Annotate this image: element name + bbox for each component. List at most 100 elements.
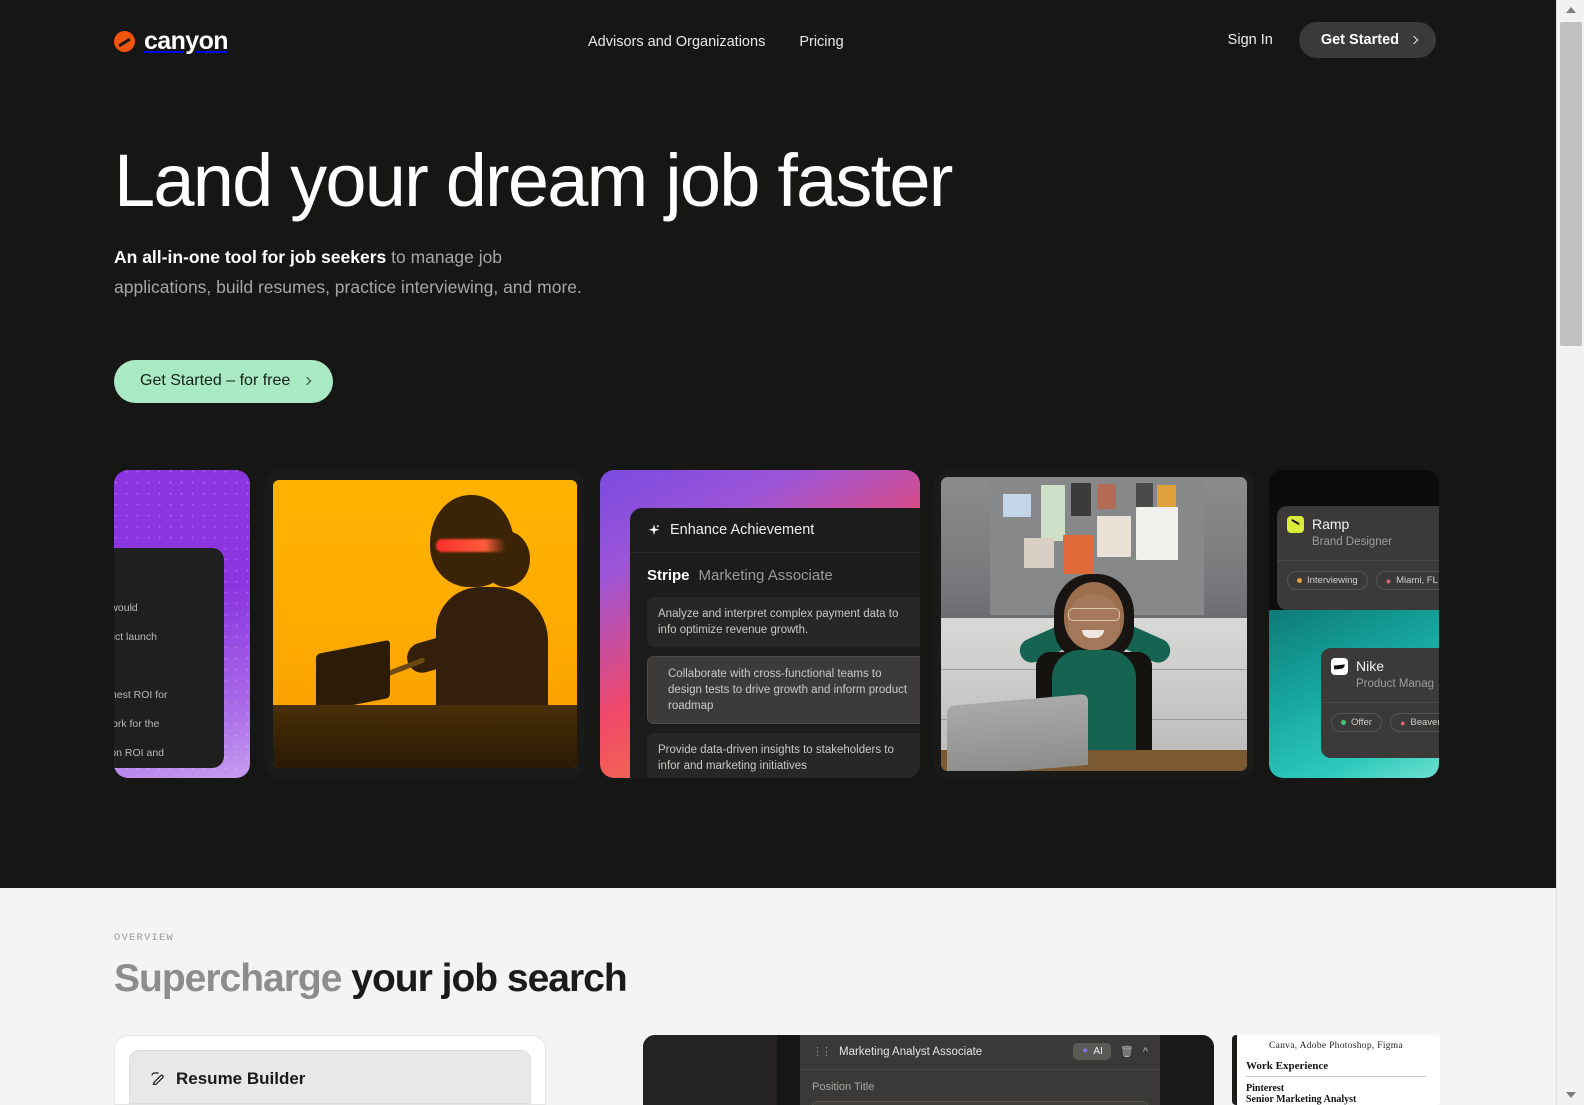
ramp-logo-icon <box>1287 516 1304 533</box>
section-title: Supercharge your job search <box>114 954 628 1004</box>
position-title-label: Position Title <box>812 1081 875 1093</box>
panel-app-editor[interactable]: ⋮⋮ Marketing Analyst Associate ✦ AI 🗑 ^ … <box>643 1035 1214 1105</box>
nav-actions: Sign In Get Started <box>1228 22 1436 58</box>
card-enhance-achievement[interactable]: Enhance Achievement Stripe Marketing Ass… <box>600 470 920 778</box>
interview-role-title: Manager <box>114 566 210 581</box>
moodboard-note <box>1097 515 1132 558</box>
chevron-right-icon <box>1409 35 1419 45</box>
laptop <box>947 694 1088 771</box>
moodboard-note <box>1062 535 1093 574</box>
hero-subtitle: An all-in-one tool for job seekers to ma… <box>114 243 589 302</box>
ai-assist-button[interactable]: ✦ AI <box>1073 1043 1111 1060</box>
browser-viewport: canyon Advisors and Organizations Pricin… <box>0 0 1584 1105</box>
resume-section-heading: Work Experience <box>1246 1060 1329 1072</box>
scroll-down-arrow[interactable] <box>1557 1085 1584 1105</box>
job-role: Product Manag <box>1356 678 1434 690</box>
editor-right-rail <box>1160 1035 1214 1105</box>
achievement-bullet[interactable]: Analyze and interpret complex payment da… <box>647 597 920 647</box>
job-role: Brand Designer <box>1312 536 1392 548</box>
nike-logo-icon <box>1331 658 1348 675</box>
position-title-input[interactable] <box>812 1101 1148 1105</box>
hero-cta-label: Get Started – for free <box>140 372 291 389</box>
status-badge: Interviewing <box>1287 571 1368 590</box>
card-photo-orange[interactable] <box>265 470 585 778</box>
job-card-header: Ramp Brand Designer <box>1277 506 1439 550</box>
job-tag-row: Interviewing ● Miami, FL <box>1277 560 1439 590</box>
job-company-name: Nike <box>1356 658 1385 674</box>
moodboard-note <box>1097 483 1117 509</box>
status-dot-icon <box>1297 578 1302 583</box>
status-label: Interviewing <box>1307 575 1358 586</box>
chevron-right-icon <box>303 376 312 386</box>
top-navigation-bar: canyon Advisors and Organizations Pricin… <box>0 0 1556 82</box>
resume-skills-line: Canva, Adobe Photoshop, Figma <box>1268 1041 1404 1051</box>
card-photo-desk[interactable] <box>934 470 1254 778</box>
map-pin-icon: ● <box>1385 575 1392 586</box>
overview-feature-panels: Resume Builder ⋮⋮ Marketing Analyst Asso… <box>0 1035 1556 1105</box>
section-eyebrow: OVERVIEW <box>114 932 175 944</box>
job-card-header: Nike Product Manag <box>1321 648 1439 692</box>
chevron-up-icon[interactable]: ^ <box>1143 1046 1148 1058</box>
orange-silhouette-photo <box>273 480 577 768</box>
editor-sidebar[interactable] <box>643 1035 777 1105</box>
scrollbar-thumb[interactable] <box>1560 22 1582 346</box>
job-card-ramp[interactable]: Ramp Brand Designer Interviewing ● Miami… <box>1277 506 1439 610</box>
interview-line-6: ention a focus on ROI and <box>114 747 164 759</box>
location-badge: ● Miami, FL <box>1375 571 1439 590</box>
hero-card-strip: Manager ough how you would for a new pro… <box>0 470 1556 778</box>
hero-title: Land your dream job faster <box>114 139 953 222</box>
tablet-device <box>315 639 390 712</box>
delete-icon[interactable]: 🗑 <box>1120 1045 1134 1058</box>
moodboard-note <box>1071 482 1091 516</box>
interview-line-4: at have the highest ROI for <box>114 689 168 701</box>
status-label: Offer <box>1351 717 1372 728</box>
achievement-panel: Enhance Achievement Stripe Marketing Ass… <box>630 508 920 778</box>
page-content: canyon Advisors and Organizations Pricin… <box>0 0 1556 1105</box>
sign-in-link[interactable]: Sign In <box>1228 32 1273 48</box>
editor-section-header: ⋮⋮ Marketing Analyst Associate ✦ AI 🗑 ^ <box>800 1035 1160 1070</box>
achievement-bullet[interactable]: Provide data-driven insights to stakehol… <box>647 733 920 778</box>
eyeglasses <box>1068 608 1120 622</box>
location-label: Miami, FL <box>1396 575 1438 586</box>
interview-line-3: iar? <box>114 658 210 674</box>
nav-links: Advisors and Organizations Pricing <box>586 30 846 54</box>
achievement-bullet-list: Analyze and interpret complex payment da… <box>630 594 920 778</box>
section-title-muted: Supercharge <box>114 957 342 1000</box>
panel-resume-preview[interactable]: Canva, Adobe Photoshop, Figma Work Exper… <box>1232 1035 1440 1105</box>
map-pin-icon: ● <box>1399 717 1406 728</box>
card-top-strip <box>1269 470 1439 506</box>
desk-surface <box>273 704 577 768</box>
resume-builder-label: Resume Builder <box>176 1069 306 1088</box>
red-light-streak <box>435 538 506 552</box>
nav-link-advisors[interactable]: Advisors and Organizations <box>586 30 767 54</box>
hero-subtitle-bold: An all-in-one tool for job seekers <box>114 247 387 267</box>
hero-cta-button[interactable]: Get Started – for free <box>114 360 334 403</box>
achievement-job-row: Stripe Marketing Associate <box>630 553 920 594</box>
editor-gutter <box>777 1035 800 1105</box>
section-title-rest: your job search <box>341 957 627 1000</box>
panel-resume-builder[interactable]: Resume Builder <box>114 1035 546 1105</box>
drag-handle-icon[interactable]: ⋮⋮ <box>812 1045 832 1058</box>
editor-section-title: Marketing Analyst Associate <box>839 1045 983 1058</box>
interview-line-1: ough how you would <box>114 602 138 614</box>
brand-logo[interactable]: canyon <box>114 27 229 56</box>
editor-field-group: Position Title <box>800 1070 1160 1105</box>
nav-link-pricing[interactable]: Pricing <box>797 30 845 54</box>
editor-form: ⋮⋮ Marketing Analyst Associate ✦ AI 🗑 ^ … <box>800 1035 1160 1105</box>
card-job-tracker[interactable]: Ramp Brand Designer Interviewing ● Miami… <box>1269 470 1439 778</box>
get-started-label: Get Started <box>1320 32 1399 48</box>
scroll-up-arrow[interactable] <box>1557 0 1584 20</box>
edit-pencil-icon <box>151 1072 164 1085</box>
desk-workspace-photo <box>941 477 1247 771</box>
achievement-bullet[interactable]: Collaborate with cross-functional teams … <box>647 656 920 724</box>
moodboard-note <box>1041 485 1065 541</box>
resume-company: Pinterest <box>1246 1083 1285 1094</box>
resume-builder-card: Resume Builder <box>129 1050 531 1104</box>
get-started-button[interactable]: Get Started <box>1298 22 1436 58</box>
page-scrollbar[interactable] <box>1556 0 1584 1105</box>
job-card-nike[interactable]: Nike Product Manag Offer ● Beavert <box>1321 648 1439 758</box>
interview-line-5: EDDIC framework for the <box>114 718 160 730</box>
card-interview-prep[interactable]: Manager ough how you would for a new pro… <box>114 470 250 778</box>
preview-left-edge <box>1232 1035 1237 1105</box>
achievement-company: Stripe <box>647 567 690 584</box>
